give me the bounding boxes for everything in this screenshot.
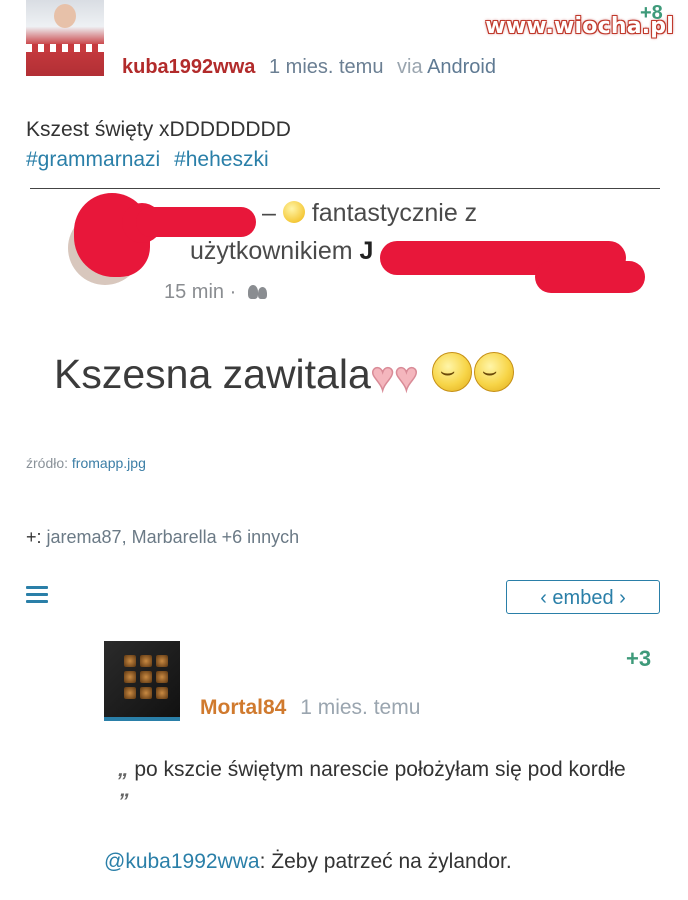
friends-icon	[247, 285, 268, 299]
via-label: via	[397, 56, 423, 78]
fb-status-text: fantastycznie z	[311, 199, 478, 227]
plus-prefix: +:	[26, 527, 42, 547]
fb-status-line: – fantastycznie z	[262, 199, 477, 228]
smile-emoji-icon	[473, 352, 514, 392]
post-author-line: kuba1992wwa 1 mies. temu via Android	[122, 56, 496, 79]
laughing-emoji-icon	[282, 201, 305, 223]
post-author-link[interactable]: kuba1992wwa	[122, 56, 255, 78]
embedded-image[interactable]: – fantastycznie z użytkownikiem J 15 min…	[30, 188, 660, 439]
redaction-tag-tail	[535, 261, 645, 293]
quote-open-mark: „	[118, 758, 129, 781]
comment-time[interactable]: 1 mies. temu	[300, 696, 420, 719]
heart-icon: ♥	[370, 354, 395, 400]
comment-author-line: Mortal84 1 mies. temu	[200, 696, 420, 720]
post-hashtags: #grammarnazi #heheszki	[26, 145, 277, 175]
comment-author-link[interactable]: Mortal84	[200, 696, 286, 719]
embed-button[interactable]: ‹ embed ›	[506, 580, 660, 614]
reply-mention-link[interactable]: @kuba1992wwa	[104, 850, 260, 873]
fb-time: 15 min	[164, 281, 225, 303]
fb-dash: –	[262, 199, 276, 227]
author-avatar[interactable]	[26, 0, 104, 76]
source-label: źródło:	[26, 455, 69, 471]
comment-quote: „ po kszcie świętym narescie położyłam s…	[118, 754, 638, 818]
post-score: +8	[640, 2, 663, 24]
fb-tag-name: J	[359, 237, 374, 265]
hamburger-menu-icon[interactable]	[26, 586, 48, 604]
app-name: Android	[427, 56, 496, 78]
avatar-sweater-pattern	[26, 44, 104, 52]
comment-avatar[interactable]	[104, 641, 180, 721]
comment-reply: @kuba1992wwa: Żeby patrzeć na żylandor.	[104, 850, 512, 874]
comment-score: +3	[626, 646, 652, 671]
source-file-link[interactable]: fromapp.jpg	[72, 455, 146, 471]
post-time[interactable]: 1 mies. temu	[269, 56, 383, 78]
quote-close-mark: ”	[118, 790, 129, 813]
fb-post-text-line: Kszesna zawitala♥♥	[54, 351, 514, 400]
fb-tag-line: użytkownikiem J	[190, 237, 373, 266]
avatar-face	[54, 4, 76, 28]
fb-post-text: Kszesna zawitala	[54, 351, 371, 397]
hashtag-link-heheszki[interactable]: #heheszki	[174, 148, 269, 171]
fb-tag-text: użytkownikiem	[190, 237, 353, 265]
plus-voters: +: jarema87, Marbarella +6 innych	[26, 527, 299, 548]
image-source: źródło: fromapp.jpg	[26, 455, 146, 471]
plus-users[interactable]: jarema87, Marbarella +6 innych	[47, 527, 300, 547]
reply-text: : Żeby patrzeć na żylandor.	[259, 850, 512, 873]
post-body: Kszest święty xDDDDDDDD	[26, 118, 291, 141]
smile-emoji-icon	[431, 352, 472, 392]
redaction-name	[136, 207, 256, 237]
fb-meta: 15 min ·	[164, 281, 268, 304]
heart-icon: ♥	[394, 354, 419, 400]
hashtag-link-grammarnazi[interactable]: #grammarnazi	[26, 148, 160, 171]
fb-meta-separator: ·	[229, 281, 237, 303]
quote-text: po kszcie świętym narescie położyłam się…	[134, 758, 626, 781]
